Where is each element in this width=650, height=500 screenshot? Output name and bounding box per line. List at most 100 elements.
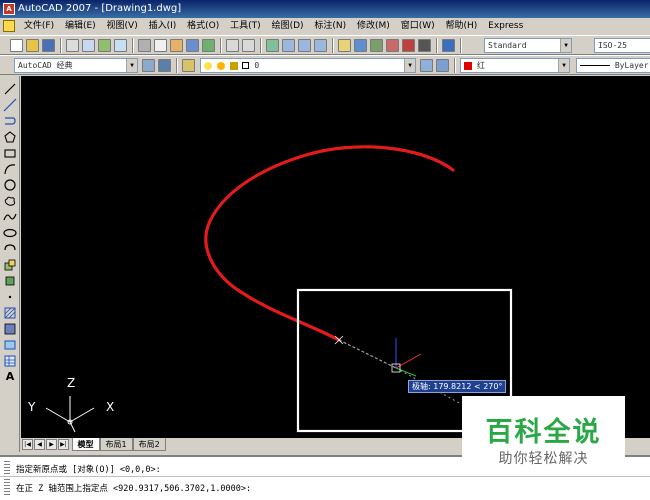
zoom-realtime-icon[interactable] [282,39,295,52]
polygon-icon[interactable] [3,130,17,144]
title-bar: A AutoCAD 2007 - [Drawing1.dwg] [0,0,650,18]
construction-line-icon[interactable] [3,98,17,112]
publish-icon[interactable] [98,39,111,52]
polyline-icon[interactable] [3,114,17,128]
menu-view[interactable]: 视图(V) [103,18,142,35]
insert-block-icon[interactable] [3,258,17,272]
menu-insert[interactable]: 插入(I) [145,18,181,35]
make-block-icon[interactable] [3,274,17,288]
new-icon[interactable] [10,39,23,52]
dim-style-icon [578,39,591,52]
sheet-set-icon[interactable] [386,39,399,52]
color-swatch [464,61,472,70]
ellipse-arc-icon[interactable] [3,242,17,256]
plot-preview-icon[interactable] [82,39,95,52]
layer-select[interactable]: 0 ▼ [200,58,416,73]
save-icon[interactable] [42,39,55,52]
autocad-window: A AutoCAD 2007 - [Drawing1.dwg] 文件(F) 编辑… [0,0,650,500]
next-tab-icon[interactable]: ▶ [46,439,57,450]
prev-tab-icon[interactable]: ◀ [34,439,45,450]
match-properties-icon[interactable] [186,39,199,52]
chevron-down-icon: ▼ [126,59,137,72]
gradient-icon[interactable] [3,322,17,336]
command-grip[interactable] [4,461,10,497]
tab-layout1[interactable]: 布局1 [99,438,133,451]
block-editor-icon[interactable] [202,39,215,52]
my-workspace-icon[interactable] [158,59,171,72]
menu-window[interactable]: 窗口(W) [397,18,439,35]
color-value: 红 [476,61,485,70]
line-icon[interactable] [3,82,17,96]
crosshair-cursor [391,338,422,377]
properties-toolbar: AutoCAD 经典 ▼ 0 ▼ 红 ▼ ByLayer [0,55,650,75]
3d-dwf-icon[interactable] [114,39,127,52]
tool-palettes-icon[interactable] [370,39,383,52]
revision-cloud-icon[interactable] [3,194,17,208]
first-tab-icon[interactable]: |◀ [22,439,33,450]
zoom-window-icon[interactable] [298,39,311,52]
workspace-select[interactable]: AutoCAD 经典 ▼ [14,58,138,73]
menu-tools[interactable]: 工具(T) [226,18,265,35]
menu-modify[interactable]: 修改(M) [353,18,394,35]
multiline-text-icon[interactable]: A [3,370,17,384]
command-prompt-line: 在正 Z 轴范围上指定点 <920.9317,506.3702,1.0000>: [16,484,252,494]
point-icon[interactable] [3,290,17,304]
print-icon[interactable] [66,39,79,52]
menu-edit[interactable]: 编辑(E) [61,18,100,35]
red-arc-curve[interactable] [204,145,455,342]
arc-icon[interactable] [3,162,17,176]
undo-icon[interactable] [226,39,239,52]
layer-lock-icon [229,61,238,70]
help-icon[interactable] [442,39,455,52]
properties-icon[interactable] [338,39,351,52]
text-style-select[interactable]: Standard ▼ [484,38,572,53]
watermark-title: 百科全说 [485,417,602,448]
redo-icon[interactable] [242,39,255,52]
linetype-value: ByLayer [614,61,649,70]
menu-file[interactable]: 文件(F) [20,18,58,35]
last-tab-icon[interactable]: ▶| [58,439,69,450]
hatch-icon[interactable] [3,306,17,320]
make-layer-current-icon[interactable] [420,59,433,72]
region-icon[interactable] [3,338,17,352]
watermark-subtitle: 助你轻松解决 [498,451,589,467]
paste-icon[interactable] [170,39,183,52]
workspace-settings-icon[interactable] [142,59,155,72]
tab-layout2[interactable]: 布局2 [132,438,166,451]
workspace-value: AutoCAD 经典 [18,61,73,70]
linetype-select[interactable]: ByLayer [576,58,650,73]
ucs-icon [45,396,95,433]
layer-on-icon [204,61,212,70]
tab-model[interactable]: 模型 [71,438,100,451]
cut-icon[interactable] [138,39,151,52]
menu-help[interactable]: 帮助(H) [442,18,482,35]
design-center-icon[interactable] [354,39,367,52]
text-style-value: Standard [488,41,527,50]
color-select[interactable]: 红 ▼ [460,58,570,73]
chevron-down-icon: ▼ [560,39,571,52]
draw-toolbar: A [0,76,20,452]
document-icon[interactable] [3,20,15,32]
layer-color-swatch [242,62,250,69]
zoom-previous-icon[interactable] [314,39,327,52]
ellipse-icon[interactable] [3,226,17,240]
open-icon[interactable] [26,39,39,52]
watermark: 百科全说 助你轻松解决 [462,396,625,476]
menu-dimension[interactable]: 标注(N) [310,18,350,35]
menu-format[interactable]: 格式(O) [183,18,223,35]
pan-icon[interactable] [266,39,279,52]
rectangle-icon[interactable] [3,146,17,160]
calculator-icon[interactable] [418,39,431,52]
layer-manager-icon[interactable] [182,59,195,72]
drawing-canvas[interactable]: Z X Y 极轴: 179.8212 < 270° [21,76,650,438]
copy-icon[interactable] [154,39,167,52]
menu-draw[interactable]: 绘图(D) [268,18,308,35]
autocad-app-icon[interactable]: A [3,3,15,15]
dim-style-select[interactable]: ISO-25 [594,38,650,53]
markup-icon[interactable] [402,39,415,52]
spline-icon[interactable] [3,210,17,224]
menu-express[interactable]: Express [484,18,527,35]
circle-icon[interactable] [3,178,17,192]
layer-previous-icon[interactable] [436,59,449,72]
table-icon[interactable] [3,354,17,368]
